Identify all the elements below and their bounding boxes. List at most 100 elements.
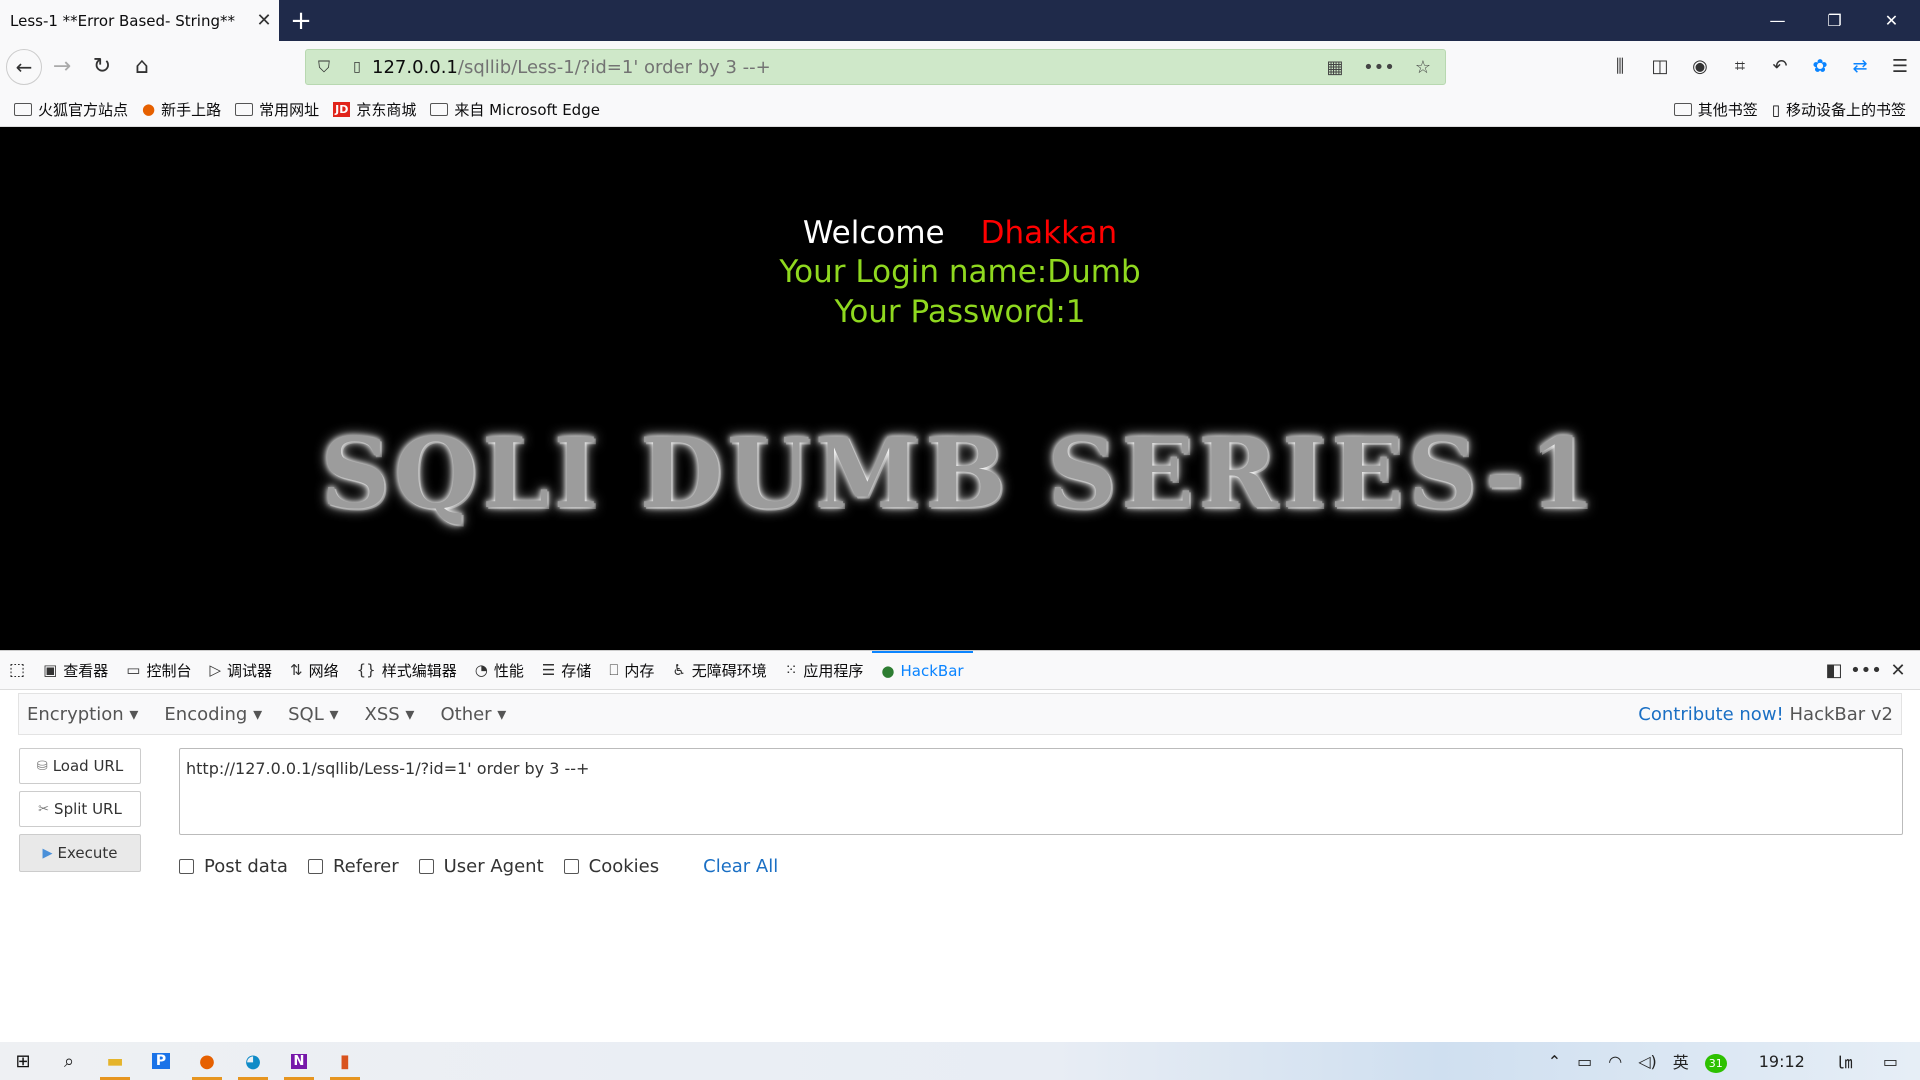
qr-code-icon[interactable]: ▦ (1313, 57, 1357, 78)
memory-icon: ⎕ (609, 661, 619, 679)
tab-network[interactable]: ⇅ 网络 (281, 651, 348, 690)
play-icon: ▶ (42, 845, 53, 861)
user-agent-checkbox[interactable]: User Agent (418, 856, 544, 877)
file-explorer-icon[interactable]: ▬ (92, 1042, 138, 1080)
execute-button[interactable]: ▶ Execute (19, 834, 141, 872)
volume-icon[interactable]: ◁) (1630, 1052, 1665, 1071)
tab-console[interactable]: ▭ 控制台 (117, 651, 200, 690)
menu-encryption[interactable]: Encryption ▾ (27, 704, 138, 725)
folder-icon (430, 102, 449, 116)
clear-all-link[interactable]: Clear All (703, 856, 778, 877)
extension-icon[interactable]: ✿ (1800, 47, 1840, 87)
bookmark-item[interactable]: ▯ 移动设备上的书签 (1772, 99, 1906, 120)
bookmark-item[interactable]: ● 新手上路 (142, 99, 221, 120)
p-app-icon[interactable]: P (138, 1042, 184, 1080)
bookmark-item[interactable]: JD 京东商城 (333, 99, 416, 120)
firefox-taskbar-icon[interactable]: ● (184, 1042, 230, 1080)
button-label: Split URL (54, 800, 122, 818)
ime-mode-icon[interactable]: ㏐ (1829, 1049, 1861, 1073)
account-icon[interactable]: ◉ (1680, 47, 1720, 87)
menu-label: Encryption (27, 703, 124, 725)
contribute-link[interactable]: Contribute now! HackBar v2 (1638, 704, 1893, 725)
tab-application[interactable]: ⁙ 应用程序 (776, 651, 873, 690)
tab-debugger[interactable]: ▷ 调试器 (200, 651, 281, 690)
tab-style-editor[interactable]: {} 样式编辑器 (348, 651, 466, 690)
menu-other[interactable]: Other ▾ (440, 704, 506, 725)
menu-encoding[interactable]: Encoding ▾ (164, 704, 262, 725)
battery-icon[interactable]: ▭ (1569, 1052, 1600, 1071)
checkbox-box[interactable] (307, 859, 323, 874)
sidebar-icon[interactable]: ◫ (1640, 47, 1680, 87)
devtools-close-icon[interactable]: ✕ (1882, 660, 1914, 681)
search-icon[interactable]: ⌕ (46, 1042, 92, 1080)
minimize-icon[interactable]: — (1749, 0, 1806, 41)
hackbar-options: Post data Referer User Agent Cookies Cle… (179, 856, 778, 877)
split-url-button[interactable]: ✂ Split URL (19, 791, 141, 827)
undo-icon[interactable]: ↶ (1760, 47, 1800, 87)
menu-xss[interactable]: XSS ▾ (365, 704, 415, 725)
clock[interactable]: 19:12 (1735, 1052, 1829, 1071)
tab-storage[interactable]: ☰ 存储 (533, 651, 600, 690)
library-icon[interactable]: ⫼ (1600, 47, 1640, 87)
chevron-up-icon[interactable]: ⌃ (1540, 1052, 1569, 1071)
page-info-icon[interactable]: ▯ (342, 59, 372, 75)
tab-memory[interactable]: ⎕ 内存 (600, 651, 663, 690)
bookmark-item[interactable]: 火狐官方站点 (14, 99, 128, 120)
cookies-checkbox[interactable]: Cookies (563, 856, 659, 877)
home-icon[interactable]: ⌂ (122, 47, 162, 87)
window-close-icon[interactable]: ✕ (1863, 0, 1920, 41)
checkbox-label: Post data (204, 856, 288, 877)
tab-inspector[interactable]: ▣ 查看器 (34, 651, 117, 690)
bookmark-star-icon[interactable]: ☆ (1401, 57, 1445, 78)
devtools-menu-icon[interactable]: ••• (1850, 660, 1882, 681)
url-text[interactable]: 127.0.0.1/sqllib/Less-1/?id=1' order by … (372, 57, 1313, 78)
hackbar-icon: ● (881, 662, 895, 680)
hackbar-url-textarea[interactable]: http://127.0.0.1/sqllib/Less-1/?id=1' or… (179, 748, 1903, 835)
sync-icon[interactable]: ⇄ (1840, 47, 1880, 87)
tracking-shield-icon[interactable]: ⛉ (306, 57, 342, 77)
firefox-icon: ● (142, 100, 156, 118)
tab-performance[interactable]: ◔ 性能 (466, 651, 533, 690)
back-icon[interactable]: ← (6, 48, 42, 85)
forward-icon[interactable]: → (42, 47, 82, 87)
element-picker-icon[interactable]: ⬚ (0, 651, 34, 690)
checkbox-box[interactable] (179, 859, 194, 874)
folder-icon (235, 102, 254, 116)
reload-icon[interactable]: ↻ (82, 47, 122, 87)
tab-label: 网络 (308, 661, 339, 680)
menu-label: XSS (364, 703, 400, 725)
onenote-icon[interactable]: N (276, 1042, 322, 1080)
referer-checkbox[interactable]: Referer (307, 856, 399, 877)
notification-icon[interactable]: ▭ (1861, 1052, 1920, 1071)
bookmark-label: 京东商城 (356, 100, 417, 119)
wechat-badge[interactable]: 31 (1697, 1052, 1735, 1073)
load-url-button[interactable]: ⛁ Load URL (19, 748, 141, 784)
windows-start-icon[interactable]: ⊞ (0, 1042, 46, 1080)
bookmark-item[interactable]: 其他书签 (1673, 99, 1758, 120)
bookmark-item[interactable]: 来自 Microsoft Edge (430, 99, 600, 120)
edge-icon[interactable]: ◕ (230, 1042, 276, 1080)
screenshot-icon[interactable]: ⌗ (1720, 47, 1760, 87)
checkbox-box[interactable] (563, 859, 579, 874)
url-bar[interactable]: ⛉ ▯ 127.0.0.1/sqllib/Less-1/?id=1' order… (305, 49, 1446, 85)
application-icon: ⁙ (784, 661, 798, 679)
menu-icon[interactable]: ☰ (1880, 47, 1920, 87)
restore-icon[interactable]: ❐ (1806, 0, 1863, 41)
new-tab-button[interactable]: + (279, 0, 323, 41)
wifi-icon[interactable]: ◠ (1600, 1052, 1630, 1071)
tab-accessibility[interactable]: ♿ 无障碍环境 (663, 651, 775, 690)
tab-close-icon[interactable]: ✕ (249, 10, 279, 31)
storage-icon: ☰ (541, 661, 556, 679)
tab-hackbar[interactable]: ● HackBar (872, 650, 973, 690)
page-actions-icon[interactable]: ••• (1357, 57, 1401, 78)
hackbar-menu: Encryption ▾ Encoding ▾ SQL ▾ XSS ▾ Othe… (18, 693, 1902, 735)
menu-sql[interactable]: SQL ▾ (288, 704, 338, 725)
tab-label: 查看器 (63, 661, 109, 680)
post-data-checkbox[interactable]: Post data (179, 856, 288, 877)
dock-icon[interactable]: ◧ (1818, 660, 1850, 681)
checkbox-box[interactable] (418, 859, 434, 874)
ime-indicator[interactable]: 英 (1665, 1049, 1697, 1073)
app-icon[interactable]: ▮ (322, 1042, 368, 1080)
bookmark-item[interactable]: 常用网址 (235, 99, 319, 120)
browser-tab[interactable]: Less-1 **Error Based- String** ✕ (0, 0, 279, 41)
